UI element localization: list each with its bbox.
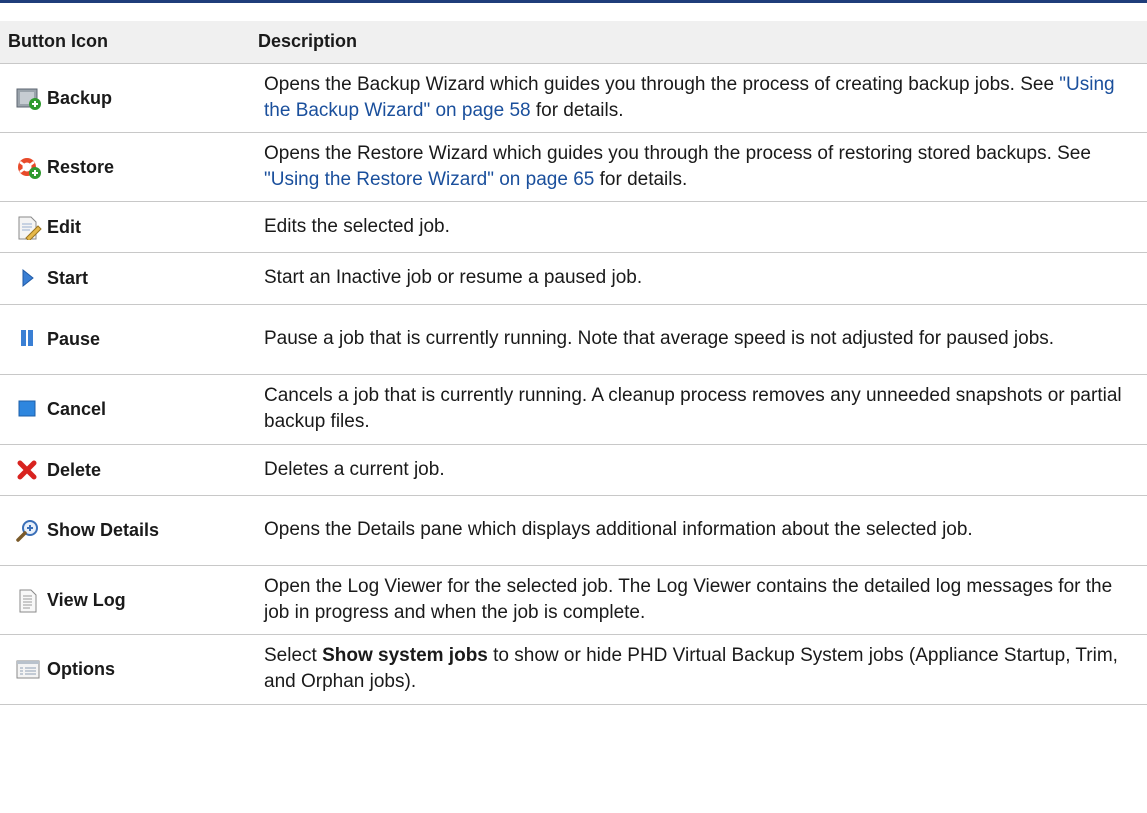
- options-description: Select Show system jobs to show or hide …: [258, 634, 1147, 705]
- restore-label: Restore: [47, 156, 115, 177]
- options-label: Options: [47, 659, 115, 679]
- edit-icon: [16, 216, 42, 240]
- delete-label: Delete: [47, 459, 102, 480]
- show-details-button: Show Details: [16, 517, 258, 543]
- play-icon: [16, 267, 42, 291]
- zoom-in-icon: [16, 519, 42, 543]
- show-system-jobs-term: Show system jobs: [322, 645, 488, 666]
- pause-button: Pause: [16, 326, 258, 352]
- pause-label: Pause: [47, 329, 101, 349]
- restore-icon: [16, 156, 42, 180]
- pause-icon: [16, 328, 42, 352]
- table-row: Delete Deletes a current job.: [0, 444, 1147, 496]
- table-row: Edit Edits the selected job.: [0, 201, 1147, 253]
- pause-description: Pause a job that is currently running. N…: [258, 304, 1147, 375]
- edit-description: Edits the selected job.: [258, 201, 1147, 253]
- cancel-label: Cancel: [47, 399, 107, 419]
- cancel-button: Cancel: [16, 396, 258, 422]
- delete-button: Delete: [16, 457, 258, 483]
- backup-label: Backup: [47, 87, 113, 108]
- header-description: Description: [258, 21, 1147, 64]
- table-row: Pause Pause a job that is currently runn…: [0, 304, 1147, 375]
- button-icon-table: Button Icon Description Backup Opens the…: [0, 21, 1147, 705]
- options-button: Options: [16, 656, 258, 682]
- options-icon: [16, 658, 42, 682]
- table-row: Restore Opens the Restore Wizard which g…: [0, 132, 1147, 202]
- stop-icon: [16, 398, 42, 422]
- edit-label: Edit: [47, 216, 81, 237]
- backup-icon: [16, 87, 42, 111]
- top-rule: [0, 0, 1147, 3]
- start-label: Start: [47, 268, 89, 288]
- header-button-icon: Button Icon: [0, 21, 258, 64]
- table-row: Cancel Cancels a job that is currently r…: [0, 374, 1147, 445]
- cancel-description: Cancels a job that is currently running.…: [258, 374, 1147, 445]
- table-row: Start Start an Inactive job or resume a …: [0, 252, 1147, 305]
- restore-button: Restore: [16, 154, 258, 180]
- table-row: Backup Opens the Backup Wizard which gui…: [0, 63, 1147, 133]
- table-row: Options Select Show system jobs to show …: [0, 634, 1147, 705]
- start-button: Start: [16, 265, 258, 291]
- backup-button: Backup: [16, 85, 258, 111]
- delete-icon: [16, 459, 42, 483]
- view-log-description: Open the Log Viewer for the selected job…: [258, 565, 1147, 635]
- view-log-label: View Log: [47, 589, 126, 610]
- edit-button: Edit: [16, 214, 258, 240]
- restore-description: Opens the Restore Wizard which guides yo…: [258, 132, 1147, 202]
- table-header-row: Button Icon Description: [0, 21, 1147, 64]
- log-icon: [16, 589, 42, 613]
- delete-description: Deletes a current job.: [258, 444, 1147, 496]
- table-row: Show Details Opens the Details pane whic…: [0, 495, 1147, 566]
- view-log-button: View Log: [16, 587, 258, 613]
- restore-wizard-link[interactable]: "Using the Restore Wizard" on page 65: [264, 169, 594, 190]
- show-details-description: Opens the Details pane which displays ad…: [258, 495, 1147, 566]
- show-details-label: Show Details: [47, 520, 160, 540]
- backup-description: Opens the Backup Wizard which guides you…: [258, 63, 1147, 133]
- table-row: View Log Open the Log Viewer for the sel…: [0, 565, 1147, 635]
- start-description: Start an Inactive job or resume a paused…: [258, 252, 1147, 305]
